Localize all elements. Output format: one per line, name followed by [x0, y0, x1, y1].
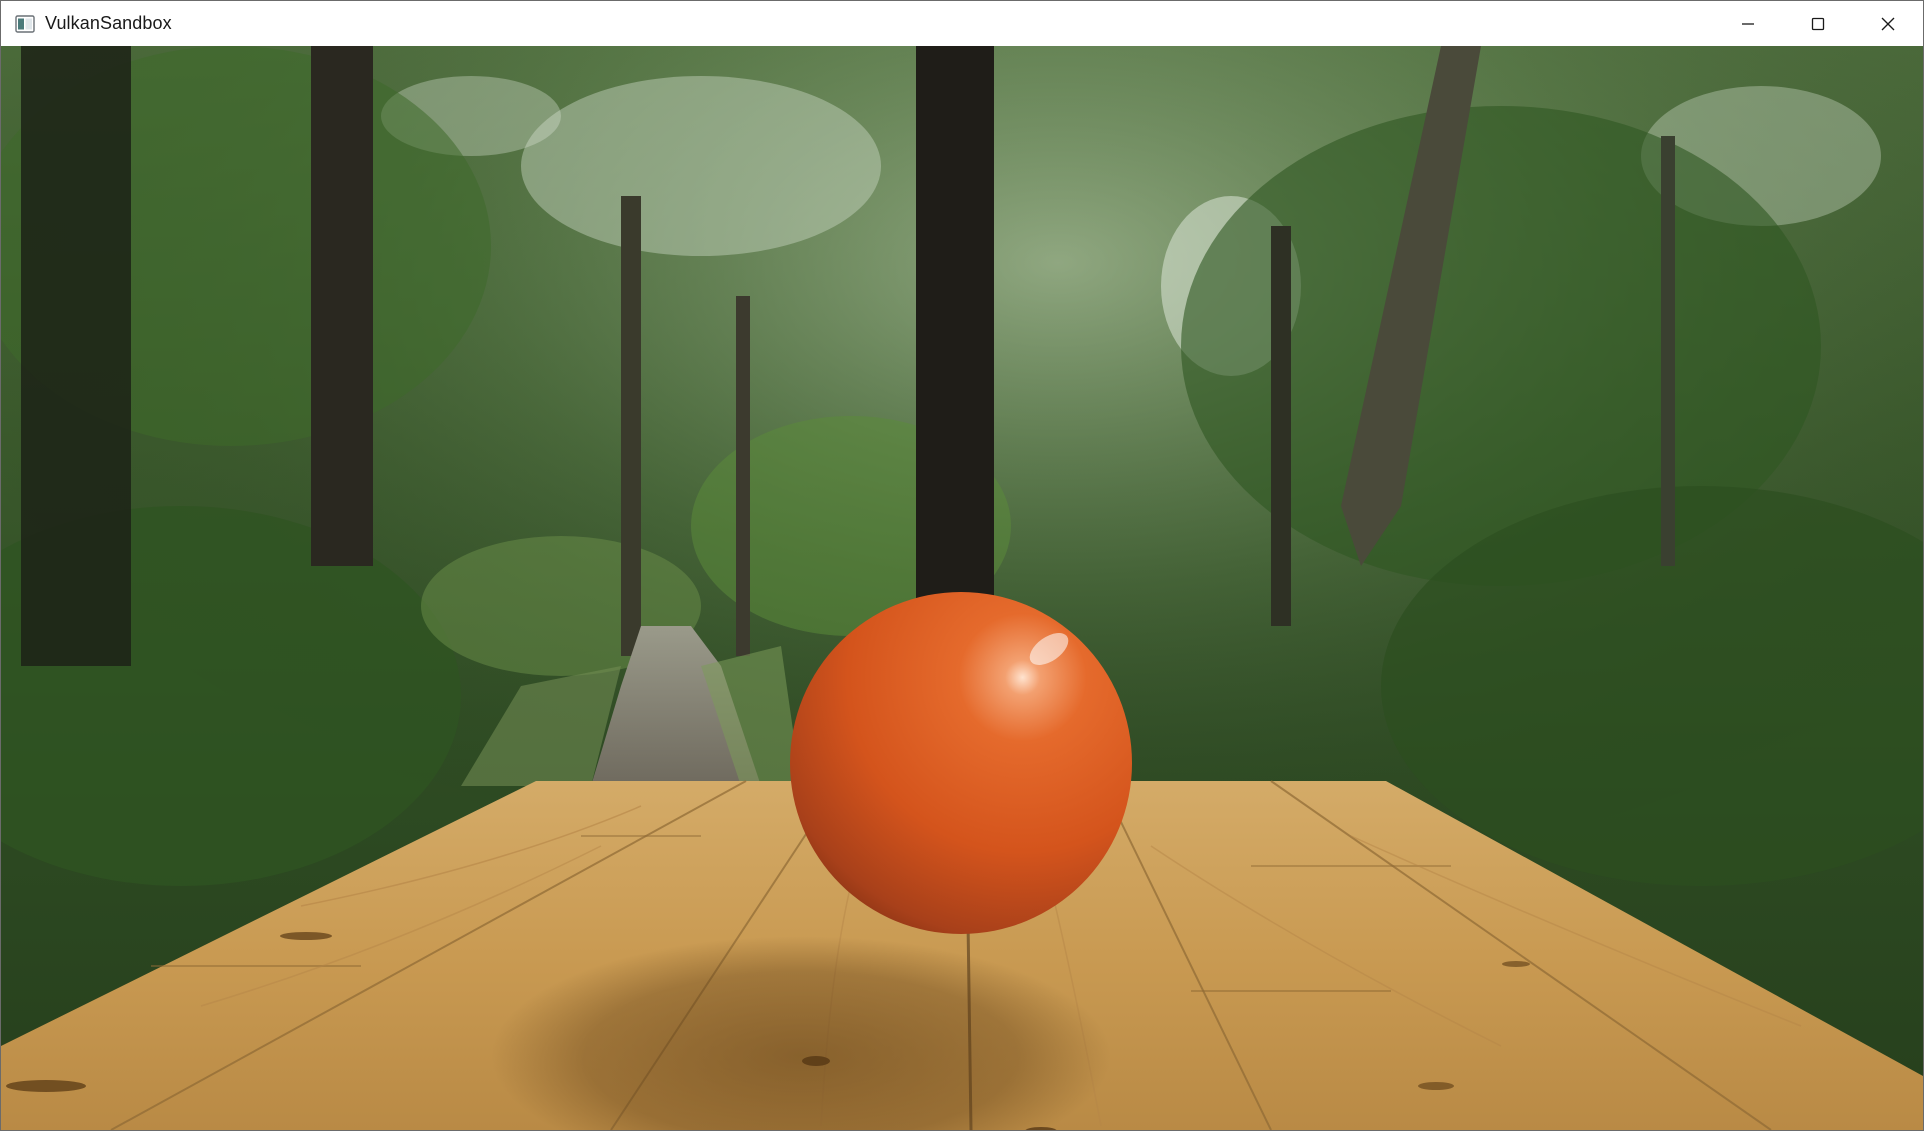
maximize-icon — [1811, 17, 1825, 30]
minimize-icon — [1742, 22, 1754, 25]
caption-buttons — [1713, 1, 1923, 46]
close-icon — [1881, 17, 1895, 30]
application-window-icon — [15, 14, 35, 34]
orange-sphere — [790, 592, 1132, 934]
rendered-scene — [1, 46, 1923, 1130]
render-viewport[interactable] — [1, 46, 1923, 1130]
title-bar[interactable]: VulkanSandbox — [1, 1, 1923, 46]
minimize-button[interactable] — [1713, 1, 1783, 46]
window-title: VulkanSandbox — [45, 13, 172, 33]
maximize-button[interactable] — [1783, 1, 1853, 46]
close-button[interactable] — [1853, 1, 1923, 46]
app-window: VulkanSandbox — [0, 0, 1924, 1131]
